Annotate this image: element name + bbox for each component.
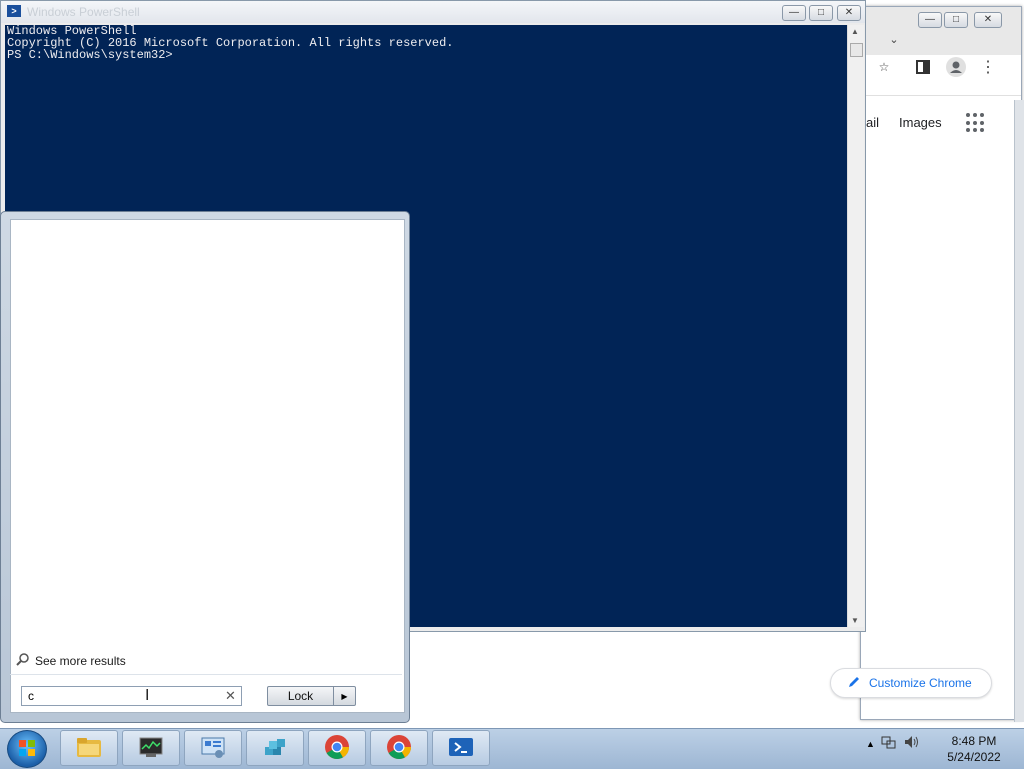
chrome-window [860, 6, 1022, 720]
chrome-icon [324, 734, 350, 763]
taskbar-powershell[interactable] [432, 730, 490, 766]
powershell-icon [447, 735, 475, 762]
text-cursor-icon: I [145, 687, 150, 704]
tab-dropdown-icon[interactable]: ⌄ [883, 28, 905, 50]
taskbar-file-explorer[interactable] [60, 730, 118, 766]
see-more-results-link[interactable]: See more results [16, 652, 126, 669]
search-results-panel [10, 219, 405, 713]
chrome-maximize-button[interactable]: □ [944, 12, 968, 28]
control-panel-icon [199, 735, 227, 762]
scroll-up-icon[interactable]: ▲ [851, 27, 859, 36]
start-menu [0, 211, 410, 723]
task-manager-icon [137, 735, 165, 762]
customize-chrome-label: Customize Chrome [869, 676, 972, 690]
start-search-input[interactable]: c I [21, 686, 242, 706]
console-scrollbar[interactable]: ▲ ▼ [847, 25, 864, 627]
clock[interactable]: 8:48 PM 5/24/2022 [944, 733, 1004, 765]
start-button[interactable] [7, 730, 47, 768]
taskbar-task-manager[interactable] [122, 730, 180, 766]
console-line: PS C:\Windows\system32> [7, 48, 173, 62]
registry-editor-icon [261, 735, 289, 762]
folder-icon [75, 735, 103, 762]
lock-button[interactable]: Lock [267, 686, 334, 706]
taskbar-control-panel[interactable] [184, 730, 242, 766]
clear-search-icon[interactable]: ✕ [225, 688, 236, 704]
clock-time: 8:48 PM [951, 734, 997, 748]
google-apps-icon[interactable] [966, 113, 986, 133]
images-link[interactable]: Images [899, 115, 942, 130]
search-input-value: c [28, 689, 34, 703]
clock-date: 5/24/2022 [947, 750, 1001, 764]
bookmark-star-icon[interactable]: ☆ [873, 56, 895, 78]
taskbar-chrome-1[interactable] [308, 730, 366, 766]
chrome-minimize-button[interactable]: — [918, 12, 942, 28]
powershell-close-button[interactable]: ✕ [837, 5, 861, 21]
see-more-label: See more results [35, 653, 126, 668]
network-icon[interactable] [881, 734, 897, 753]
system-tray: ▲ [866, 734, 919, 753]
powershell-minimize-button[interactable]: — [782, 5, 806, 21]
customize-chrome-button[interactable]: Customize Chrome [830, 668, 992, 698]
power-options-arrow-icon[interactable]: ▶ [334, 686, 356, 706]
search-icon [16, 652, 30, 669]
gmail-link[interactable]: ail [866, 115, 879, 130]
profile-avatar-icon[interactable] [945, 56, 967, 78]
scroll-down-icon[interactable]: ▼ [851, 616, 859, 625]
volume-icon[interactable] [903, 734, 919, 753]
divider [10, 674, 402, 675]
scroll-thumb[interactable] [850, 43, 863, 57]
powershell-title: Windows PowerShell [27, 5, 140, 19]
pencil-icon [847, 675, 861, 692]
taskbar-registry-editor[interactable] [246, 730, 304, 766]
side-panel-icon[interactable] [912, 56, 934, 78]
background-window-edge [1014, 100, 1024, 722]
taskbar-chrome-2[interactable] [370, 730, 428, 766]
chrome-icon [386, 734, 412, 763]
show-hidden-icons-icon[interactable]: ▲ [866, 739, 875, 749]
powershell-icon: > [7, 5, 21, 17]
powershell-titlebar[interactable]: > Windows PowerShell [1, 1, 865, 23]
chrome-menu-icon[interactable]: ⋮ [977, 56, 999, 78]
powershell-maximize-button[interactable]: □ [809, 5, 833, 21]
chrome-close-button[interactable]: ✕ [974, 12, 1002, 28]
